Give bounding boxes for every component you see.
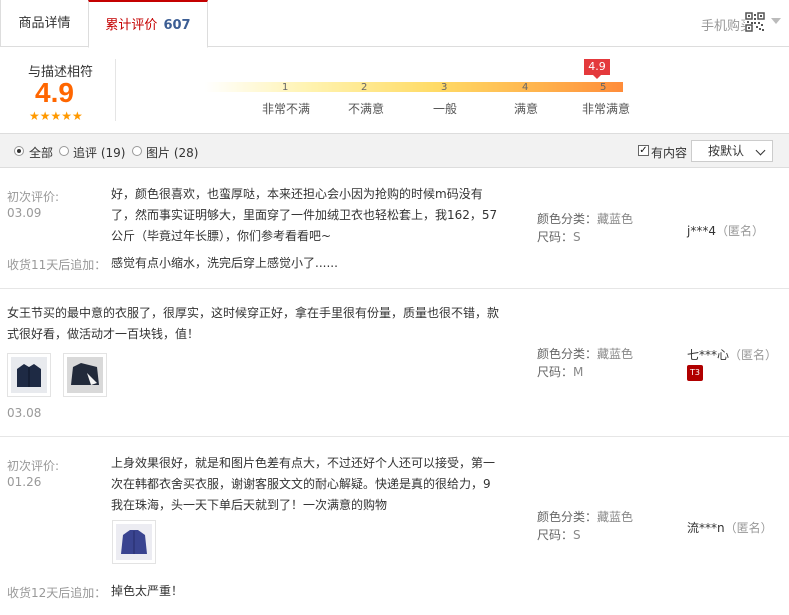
scale-label-2: 不满意: [348, 102, 385, 116]
sort-label: 按默认: [708, 144, 745, 158]
tab-bar: 商品详情 累计评价 607 手机购买: [0, 0, 789, 48]
initial-review-label: 初次评价:: [7, 190, 60, 204]
followup-text: 感觉有点小缩水，洗完后穿上感觉小了......: [111, 256, 338, 270]
tab-reviews[interactable]: 累计评价 607: [88, 0, 208, 48]
filter-bar: 全部 追评 (19) 图片 (28) ✓ 有内容 按默认: [0, 134, 789, 168]
review-photo[interactable]: [63, 353, 107, 397]
reviewer: 七***心（匿名）: [687, 346, 777, 363]
filter-all-radio[interactable]: [14, 146, 24, 156]
initial-review-label: 初次评价:: [7, 459, 60, 473]
size-value: M: [573, 365, 584, 379]
scale-tick-3: 3: [441, 82, 448, 93]
scale-tick-1: 1: [282, 82, 289, 93]
filter-photos-label[interactable]: 图片 (28): [146, 144, 198, 161]
review-line: 我在珠海，头一天下单后天就到了！一次满意的购物: [111, 498, 388, 512]
review-date: 03.09: [7, 206, 42, 220]
divider: [115, 59, 116, 121]
chevron-down-icon: [755, 145, 766, 156]
review-photo[interactable]: [7, 353, 51, 397]
size-value: S: [573, 528, 581, 542]
size-label: 尺码：: [537, 365, 574, 379]
review-line: 次在韩都衣舍买衣服，谢谢客服文文的耐心解疑。快递是真的很给力，9: [111, 477, 491, 491]
jacket-photo-icon: [67, 357, 103, 393]
rating-summary: 与描述相符 4.9 ★★★★★ 1 2 3 4 5 非常不满 不满意 一般 满意…: [0, 47, 789, 134]
color-value: 藏蓝色: [597, 347, 634, 361]
anonymous-tag: （匿名）: [724, 521, 773, 535]
score-value: 4.9: [35, 77, 74, 108]
chevron-down-icon[interactable]: [771, 18, 781, 24]
filter-photos-radio[interactable]: [132, 146, 142, 156]
review-line: 好，颜色很喜欢，也蛮厚哒，本来还担心会小因为抢购的时候m码没有: [111, 187, 483, 201]
filter-all-label[interactable]: 全部: [29, 144, 53, 161]
has-content-checkbox[interactable]: ✓: [638, 145, 649, 156]
star-rating-icon: ★★★★★: [29, 109, 83, 123]
review-line: 公斤（毕竟过年长膘），你们参考看看吧~: [111, 229, 332, 243]
followup-text: 掉色太严重！: [111, 584, 184, 598]
member-level-badge: T3: [687, 365, 703, 381]
review-text: 好，颜色很喜欢，也蛮厚哒，本来还担心会小因为抢购的时候m码没有 了，然而事实证明…: [111, 184, 497, 247]
scale-label-1: 非常不满: [262, 102, 311, 116]
color-label: 颜色分类：: [537, 347, 598, 361]
scale-tick-5: 5: [600, 82, 607, 93]
rating-scale-bar: [205, 82, 623, 92]
reviewer-name: j***4: [687, 224, 716, 238]
scale-label-5: 非常满意: [582, 102, 631, 116]
color-label: 颜色分类：: [537, 212, 598, 226]
size-label: 尺码：: [537, 230, 574, 244]
filter-followup-label[interactable]: 追评 (19): [73, 144, 125, 161]
review-text: 上身效果很好，就是和图片色差有点大，不过还好个人还可以接受，第一 次在韩都衣舍买…: [111, 453, 495, 516]
size-label: 尺码：: [537, 528, 574, 542]
reviewer: 流***n（匿名）: [687, 519, 773, 536]
color-label: 颜色分类：: [537, 510, 598, 524]
color-value: 藏蓝色: [597, 212, 634, 226]
followup-label: 收货11天后追加：: [7, 258, 107, 272]
color-value: 藏蓝色: [597, 510, 634, 524]
review-line: 了，然而事实证明够大，里面穿了一件加绒卫衣也轻松套上，我162，57: [111, 208, 498, 222]
sku-info: 颜色分类：藏蓝色 尺码：M: [537, 345, 633, 381]
review-photo[interactable]: [112, 520, 156, 564]
jacket-photo-icon: [11, 357, 47, 393]
followup-label: 收货12天后追加：: [7, 586, 107, 600]
scale-tick-4: 4: [522, 82, 529, 93]
scale-tick-2: 2: [361, 82, 368, 93]
sku-info: 颜色分类：藏蓝色 尺码：S: [537, 508, 633, 544]
review-text: 女王节买的最中意的衣服了，很厚实，这时候穿正好，拿在手里很有份量，质量也很不错，…: [7, 303, 499, 345]
tab-product-details[interactable]: 商品详情: [0, 0, 88, 47]
sku-info: 颜色分类：藏蓝色 尺码：S: [537, 210, 633, 246]
review-item: 女王节买的最中意的衣服了，很厚实，这时候穿正好，拿在手里很有份量，质量也很不错，…: [0, 289, 789, 437]
has-content-label[interactable]: 有内容: [651, 144, 687, 161]
review-line: 女王节买的最中意的衣服了，很厚实，这时候穿正好，拿在手里很有份量，质量也很不错，…: [7, 306, 500, 320]
review-line: 式很好看，做活动才一百块钱，值！: [7, 327, 200, 341]
size-value: S: [573, 230, 581, 244]
review-item: 初次评价: 03.09 好，颜色很喜欢，也蛮厚哒，本来还担心会小因为抢购的时候m…: [0, 168, 789, 289]
reviewer-name: 七***心: [687, 348, 730, 362]
anonymous-tag: （匿名）: [715, 224, 764, 238]
review-date: 01.26: [7, 475, 42, 489]
jacket-photo-icon: [116, 524, 152, 560]
sort-dropdown[interactable]: 按默认: [691, 140, 773, 162]
score-bubble: 4.9: [584, 59, 610, 79]
review-item: 初次评价: 01.26 上身效果很好，就是和图片色差有点大，不过还好个人还可以接…: [0, 437, 789, 615]
scale-label-3: 一般: [433, 102, 458, 116]
filter-followup-radio[interactable]: [59, 146, 69, 156]
anonymous-tag: （匿名）: [729, 348, 778, 362]
review-line: 上身效果很好，就是和图片色差有点大，不过还好个人还可以接受，第一: [111, 456, 496, 470]
scale-label-4: 满意: [514, 102, 539, 116]
reviews-count: 607: [163, 18, 191, 33]
review-date: 03.08: [7, 406, 42, 420]
tab-reviews-label: 累计评价: [105, 18, 158, 33]
reviewer: j***4（匿名）: [687, 222, 764, 239]
qr-code-icon[interactable]: [745, 12, 765, 32]
reviewer-name: 流***n: [687, 521, 725, 535]
